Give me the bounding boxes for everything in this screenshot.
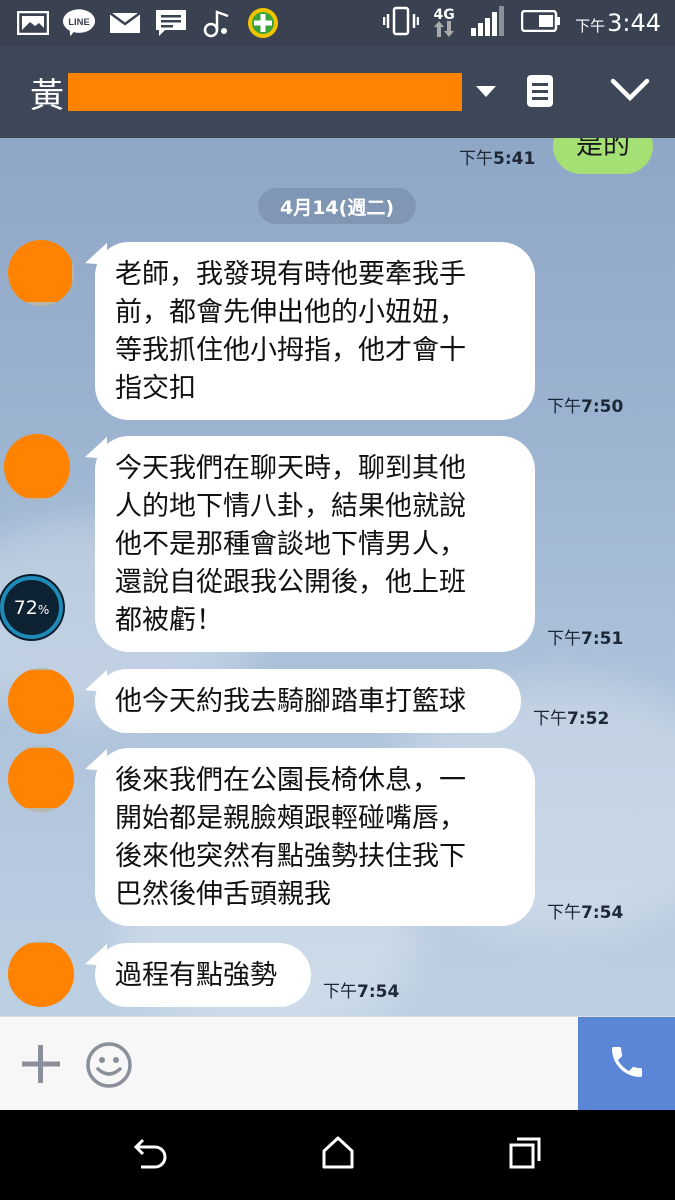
message-bubble[interactable]: 過程有點強勢 — [95, 943, 311, 1007]
message-line: 指交扣 — [115, 373, 196, 404]
message-line: 他今天約我去騎腳踏車打籃球 — [115, 686, 466, 717]
status-bar: LINE 4G 下午 3:44 — [0, 0, 675, 46]
message-line: 後來他突然有點強勢扶住我下 — [115, 841, 466, 872]
message-bubble[interactable]: 老師，我發現有時他要牽我手 前，都會先伸出他的小妞妞， 等我抓住他小拇指，他才會… — [95, 242, 535, 420]
contact-name-first-char: 黃 — [30, 75, 64, 116]
emoji-icon[interactable] — [85, 1041, 133, 1093]
message-line: 人的地下情八卦，結果他就說 — [115, 491, 466, 522]
message-time: 下午7:54 — [547, 903, 624, 923]
message-line: 還說自從跟我公開後，他上班 — [115, 567, 466, 598]
message-time: 下午7:52 — [533, 709, 610, 729]
plus-icon[interactable] — [20, 1043, 62, 1089]
message-line: 前，都會先伸出他的小妞妞， — [115, 297, 466, 328]
chat-header: 黃 — [0, 46, 675, 138]
avatar[interactable] — [4, 434, 70, 500]
contact-name-redaction — [68, 73, 462, 111]
message-line: 後來我們在公園長椅休息，一 — [115, 765, 466, 796]
battery-widget-value: 72 — [13, 596, 38, 619]
chat-area[interactable]: 下午5:41 是的 4月14(週二) 老師，我發現有時他要牽我手 前，都會先伸出… — [0, 138, 675, 1016]
message-line: 巴然後伸舌頭親我 — [115, 879, 331, 910]
avatar[interactable] — [8, 746, 74, 812]
message-bubble[interactable]: 後來我們在公園長椅休息，一 開始都是親臉頰跟輕碰嘴唇， 後來他突然有點強勢扶住我… — [95, 748, 535, 926]
message-bubble[interactable]: 今天我們在聊天時，聊到其他 人的地下情八卦，結果他就說 他不是那種會談地下情男人… — [95, 436, 535, 652]
back-icon[interactable] — [133, 1136, 169, 1174]
dropdown-caret-icon[interactable] — [476, 83, 496, 102]
recents-icon[interactable] — [508, 1136, 542, 1174]
battery-icon — [520, 9, 561, 36]
call-button[interactable] — [578, 1017, 675, 1111]
battery-widget[interactable]: 72% — [0, 576, 63, 639]
line-app-icon: LINE — [62, 8, 96, 38]
collapse-chevron-icon[interactable] — [610, 78, 650, 106]
avatar[interactable] — [8, 941, 74, 1007]
network-label: 4G — [433, 7, 455, 23]
plus-badge-icon — [246, 8, 280, 38]
input-bar — [0, 1016, 675, 1111]
home-icon[interactable] — [321, 1136, 355, 1174]
system-navbar — [0, 1110, 675, 1200]
message-line: 都被虧！ — [115, 605, 223, 636]
phone-icon — [607, 1042, 647, 1086]
sent-message-text: 是的 — [576, 138, 630, 161]
clock-ampm: 下午 — [575, 17, 606, 35]
avatar[interactable] — [8, 240, 74, 306]
signal-icon — [469, 6, 507, 40]
battery-widget-unit: % — [37, 602, 50, 617]
date-separator: 4月14(週二) — [258, 188, 416, 224]
message-line: 等我抓住他小拇指，他才會十 — [115, 335, 466, 366]
data-arrows-icon — [434, 21, 455, 37]
message-line: 老師，我發現有時他要牽我手 — [115, 259, 466, 290]
message-line: 今天我們在聊天時，聊到其他 — [115, 453, 466, 484]
message-line: 開始都是親臉頰跟輕碰嘴唇， — [115, 803, 466, 834]
image-icon — [16, 8, 50, 38]
svg-text:LINE: LINE — [68, 17, 90, 28]
sent-message-time: 下午5:41 — [459, 149, 536, 169]
avatar[interactable] — [8, 668, 74, 734]
message-time: 下午7:50 — [547, 397, 624, 417]
status-clock: 下午 3:44 — [575, 9, 661, 37]
music-icon — [200, 8, 234, 38]
network-indicator: 4G — [433, 7, 455, 37]
message-icon — [154, 8, 188, 38]
message-line: 過程有點強勢 — [115, 960, 277, 991]
message-line: 他不是那種會談地下情男人， — [115, 529, 466, 560]
sent-message-bubble[interactable]: 是的 — [553, 138, 653, 174]
message-time: 下午7:51 — [547, 629, 624, 649]
vibrate-icon — [382, 6, 420, 40]
memo-icon[interactable] — [526, 74, 554, 112]
mail-icon — [108, 8, 142, 38]
message-time: 下午7:54 — [323, 982, 400, 1002]
message-bubble[interactable]: 他今天約我去騎腳踏車打籃球 — [95, 669, 521, 733]
clock-time: 3:44 — [607, 9, 661, 37]
